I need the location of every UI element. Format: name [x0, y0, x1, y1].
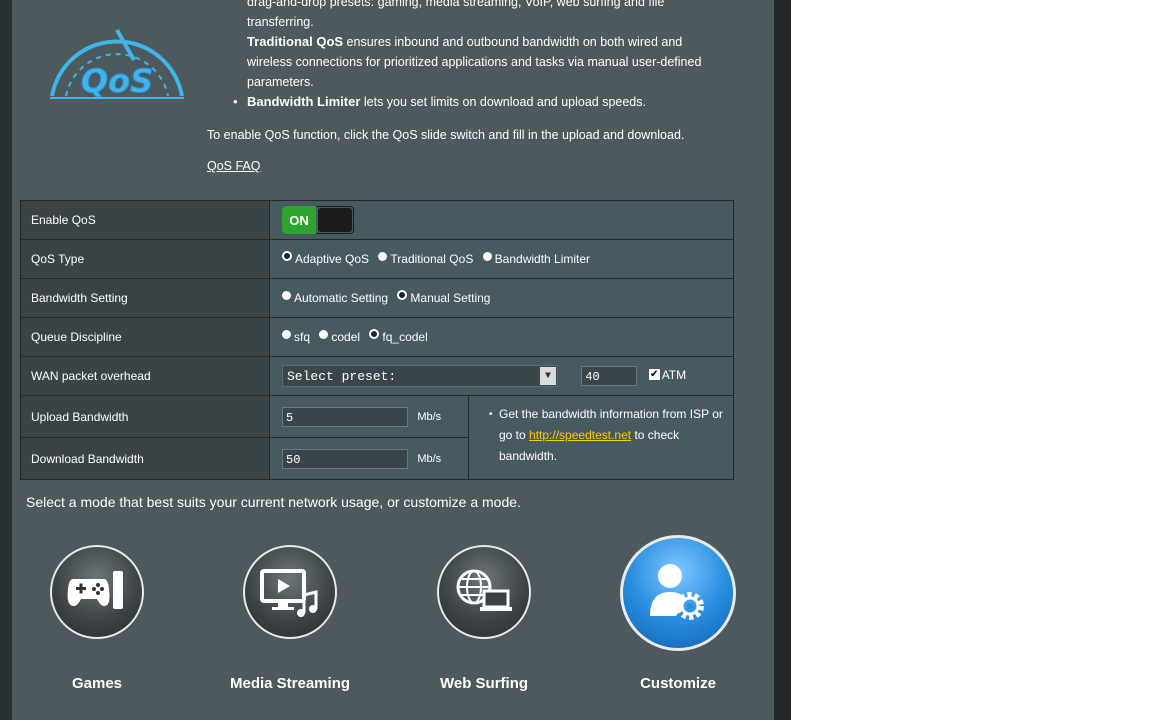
bullet-text: ensures inbound and outbound bandwidth o… — [343, 35, 683, 49]
customize-icon[interactable] — [620, 535, 736, 651]
intro-bullet-adaptive: drag-and-drop presets: gaming, media str… — [247, 0, 727, 32]
bullet-text: wireless connections for prioritized app… — [247, 55, 702, 69]
enable-instructions: To enable QoS function, click the QoS sl… — [207, 128, 685, 142]
speedtest-link[interactable]: http://speedtest.net — [529, 428, 631, 442]
qos-toggle-switch[interactable]: ON — [282, 206, 354, 234]
value-wan-overhead: Select preset: ▼ 40 ✔ ATM — [269, 356, 734, 396]
hint-text: bandwidth. — [499, 449, 558, 463]
atm-checkbox[interactable]: ✔ — [648, 368, 660, 380]
radio-icon — [319, 329, 329, 339]
hint-text: Get the bandwidth information from ISP o… — [499, 407, 723, 421]
radio-sfq[interactable]: sfq — [282, 329, 311, 344]
mode-prompt: Select a mode that best suits your curre… — [26, 494, 521, 510]
radio-icon — [378, 251, 388, 261]
media-icon[interactable] — [243, 545, 337, 639]
row-bandwidth-setting: Bandwidth Setting Automatic Setting Manu… — [20, 278, 734, 318]
row-wan-overhead: WAN packet overhead Select preset: ▼ 40 ✔… — [20, 356, 734, 396]
hint-bullet: Get the bandwidth information from ISP o… — [489, 404, 723, 467]
row-queue-discipline: Queue Discipline sfq codel fq_codel — [20, 317, 734, 357]
bullet-text: parameters. — [247, 75, 314, 89]
mode-label-web-surfing: Web Surfing — [439, 675, 529, 692]
mode-label-media-streaming: Media Streaming — [229, 675, 351, 692]
chevron-down-icon: ▼ — [540, 367, 556, 385]
radio-icon — [282, 329, 291, 339]
hint-text: to check — [631, 428, 680, 442]
radio-manual-setting[interactable]: Manual Setting — [397, 289, 491, 305]
radio-icon — [282, 290, 291, 300]
bullet-title: Bandwidth Limiter — [247, 94, 361, 109]
intro-line: drag-and-drop presets: gaming, media str… — [247, 0, 665, 9]
label-qos-type: QoS Type — [20, 239, 270, 279]
radio-label: Traditional QoS — [390, 252, 474, 266]
radio-traditional-qos[interactable]: Traditional QoS — [378, 251, 474, 266]
qos-faq-link[interactable]: QoS FAQ — [207, 159, 261, 173]
wan-preset-select[interactable]: Select preset: ▼ — [282, 365, 558, 387]
radio-bandwidth-limiter[interactable]: Bandwidth Limiter — [482, 251, 591, 266]
bullet-text: lets you set limits on download and uplo… — [360, 95, 646, 109]
label-bandwidth-setting: Bandwidth Setting — [20, 278, 270, 318]
atm-option[interactable]: ✔ ATM — [648, 368, 687, 383]
qos-panel: QoS drag-and-drop presets: gaming, media… — [12, 0, 774, 720]
mode-label-customize: Customize — [640, 675, 716, 692]
toggle-on-label: ON — [282, 206, 316, 234]
intro-bullet-limiter: Bandwidth Limiter lets you set limits on… — [233, 92, 727, 112]
label-enable-qos: Enable QoS — [20, 200, 270, 240]
radio-adaptive-qos[interactable]: Adaptive QoS — [282, 250, 370, 266]
label-download-bandwidth: Download Bandwidth — [20, 437, 270, 480]
radio-label: codel — [331, 330, 361, 344]
bandwidth-hint: Get the bandwidth information from ISP o… — [468, 395, 734, 480]
value-queue-discipline: sfq codel fq_codel — [269, 317, 734, 357]
value-bandwidth-setting: Automatic Setting Manual Setting — [269, 278, 734, 318]
mode-media-streaming[interactable]: Media Streaming — [215, 545, 365, 692]
radio-selected-icon — [369, 328, 380, 339]
radio-label: Automatic Setting — [294, 291, 389, 305]
bullet-title: Traditional QoS — [247, 34, 344, 49]
upload-unit: Mb/s — [417, 410, 442, 423]
radio-fq-codel[interactable]: fq_codel — [369, 328, 428, 344]
upload-bandwidth-input[interactable]: 5 — [282, 406, 408, 427]
svg-text:QoS: QoS — [81, 62, 153, 100]
qos-settings-table: Enable QoS ON QoS Type Adaptive QoS Trad… — [20, 200, 734, 480]
radio-codel[interactable]: codel — [319, 329, 361, 344]
download-bandwidth-input[interactable]: 50 — [282, 448, 408, 469]
label-upload-bandwidth: Upload Bandwidth — [20, 395, 270, 438]
radio-label: Bandwidth Limiter — [494, 252, 591, 266]
mode-games[interactable]: Games — [22, 545, 172, 692]
toggle-knob — [318, 208, 352, 232]
label-queue-discipline: Queue Discipline — [20, 317, 270, 357]
row-qos-type: QoS Type Adaptive QoS Traditional QoS Ba… — [20, 239, 734, 279]
left-border — [0, 0, 12, 720]
label-wan-overhead: WAN packet overhead — [20, 356, 270, 396]
web-icon[interactable] — [437, 545, 531, 639]
value-download-bandwidth: 50 Mb/s — [269, 437, 469, 480]
value-upload-bandwidth: 5 Mb/s — [269, 395, 469, 438]
mode-customize[interactable]: Customize — [603, 535, 753, 692]
mode-web-surfing[interactable]: Web Surfing — [409, 545, 559, 692]
value-qos-type: Adaptive QoS Traditional QoS Bandwidth L… — [269, 239, 734, 279]
radio-icon — [482, 251, 492, 261]
radio-label: Adaptive QoS — [295, 251, 370, 266]
row-upload-bandwidth: Upload Bandwidth 5 Mb/s Get the bandwidt… — [20, 395, 734, 480]
radio-selected-icon — [397, 289, 408, 300]
radio-selected-icon — [282, 250, 292, 261]
value-enable-qos: ON — [269, 200, 734, 240]
row-enable-qos: Enable QoS ON — [20, 200, 734, 240]
select-value: Select preset: — [287, 368, 397, 384]
intro-bullet-traditional: Traditional QoS ensures inbound and outb… — [247, 32, 727, 92]
hint-text: go to — [499, 428, 530, 442]
intro-line: transferring. — [247, 15, 314, 29]
radio-label: Manual Setting — [410, 290, 491, 305]
intro-text: drag-and-drop presets: gaming, media str… — [207, 0, 727, 112]
download-unit: Mb/s — [417, 452, 442, 465]
radio-label: fq_codel — [382, 329, 428, 344]
radio-label: sfq — [294, 330, 311, 344]
gamepad-icon[interactable] — [50, 545, 144, 639]
radio-automatic-setting[interactable]: Automatic Setting — [282, 290, 389, 305]
wan-overhead-input[interactable]: 40 — [581, 366, 638, 386]
qos-logo: QoS — [44, 10, 190, 107]
atm-label: ATM — [661, 368, 687, 383]
mode-label-games: Games — [71, 675, 123, 692]
scrollbar-track[interactable] — [774, 0, 791, 720]
